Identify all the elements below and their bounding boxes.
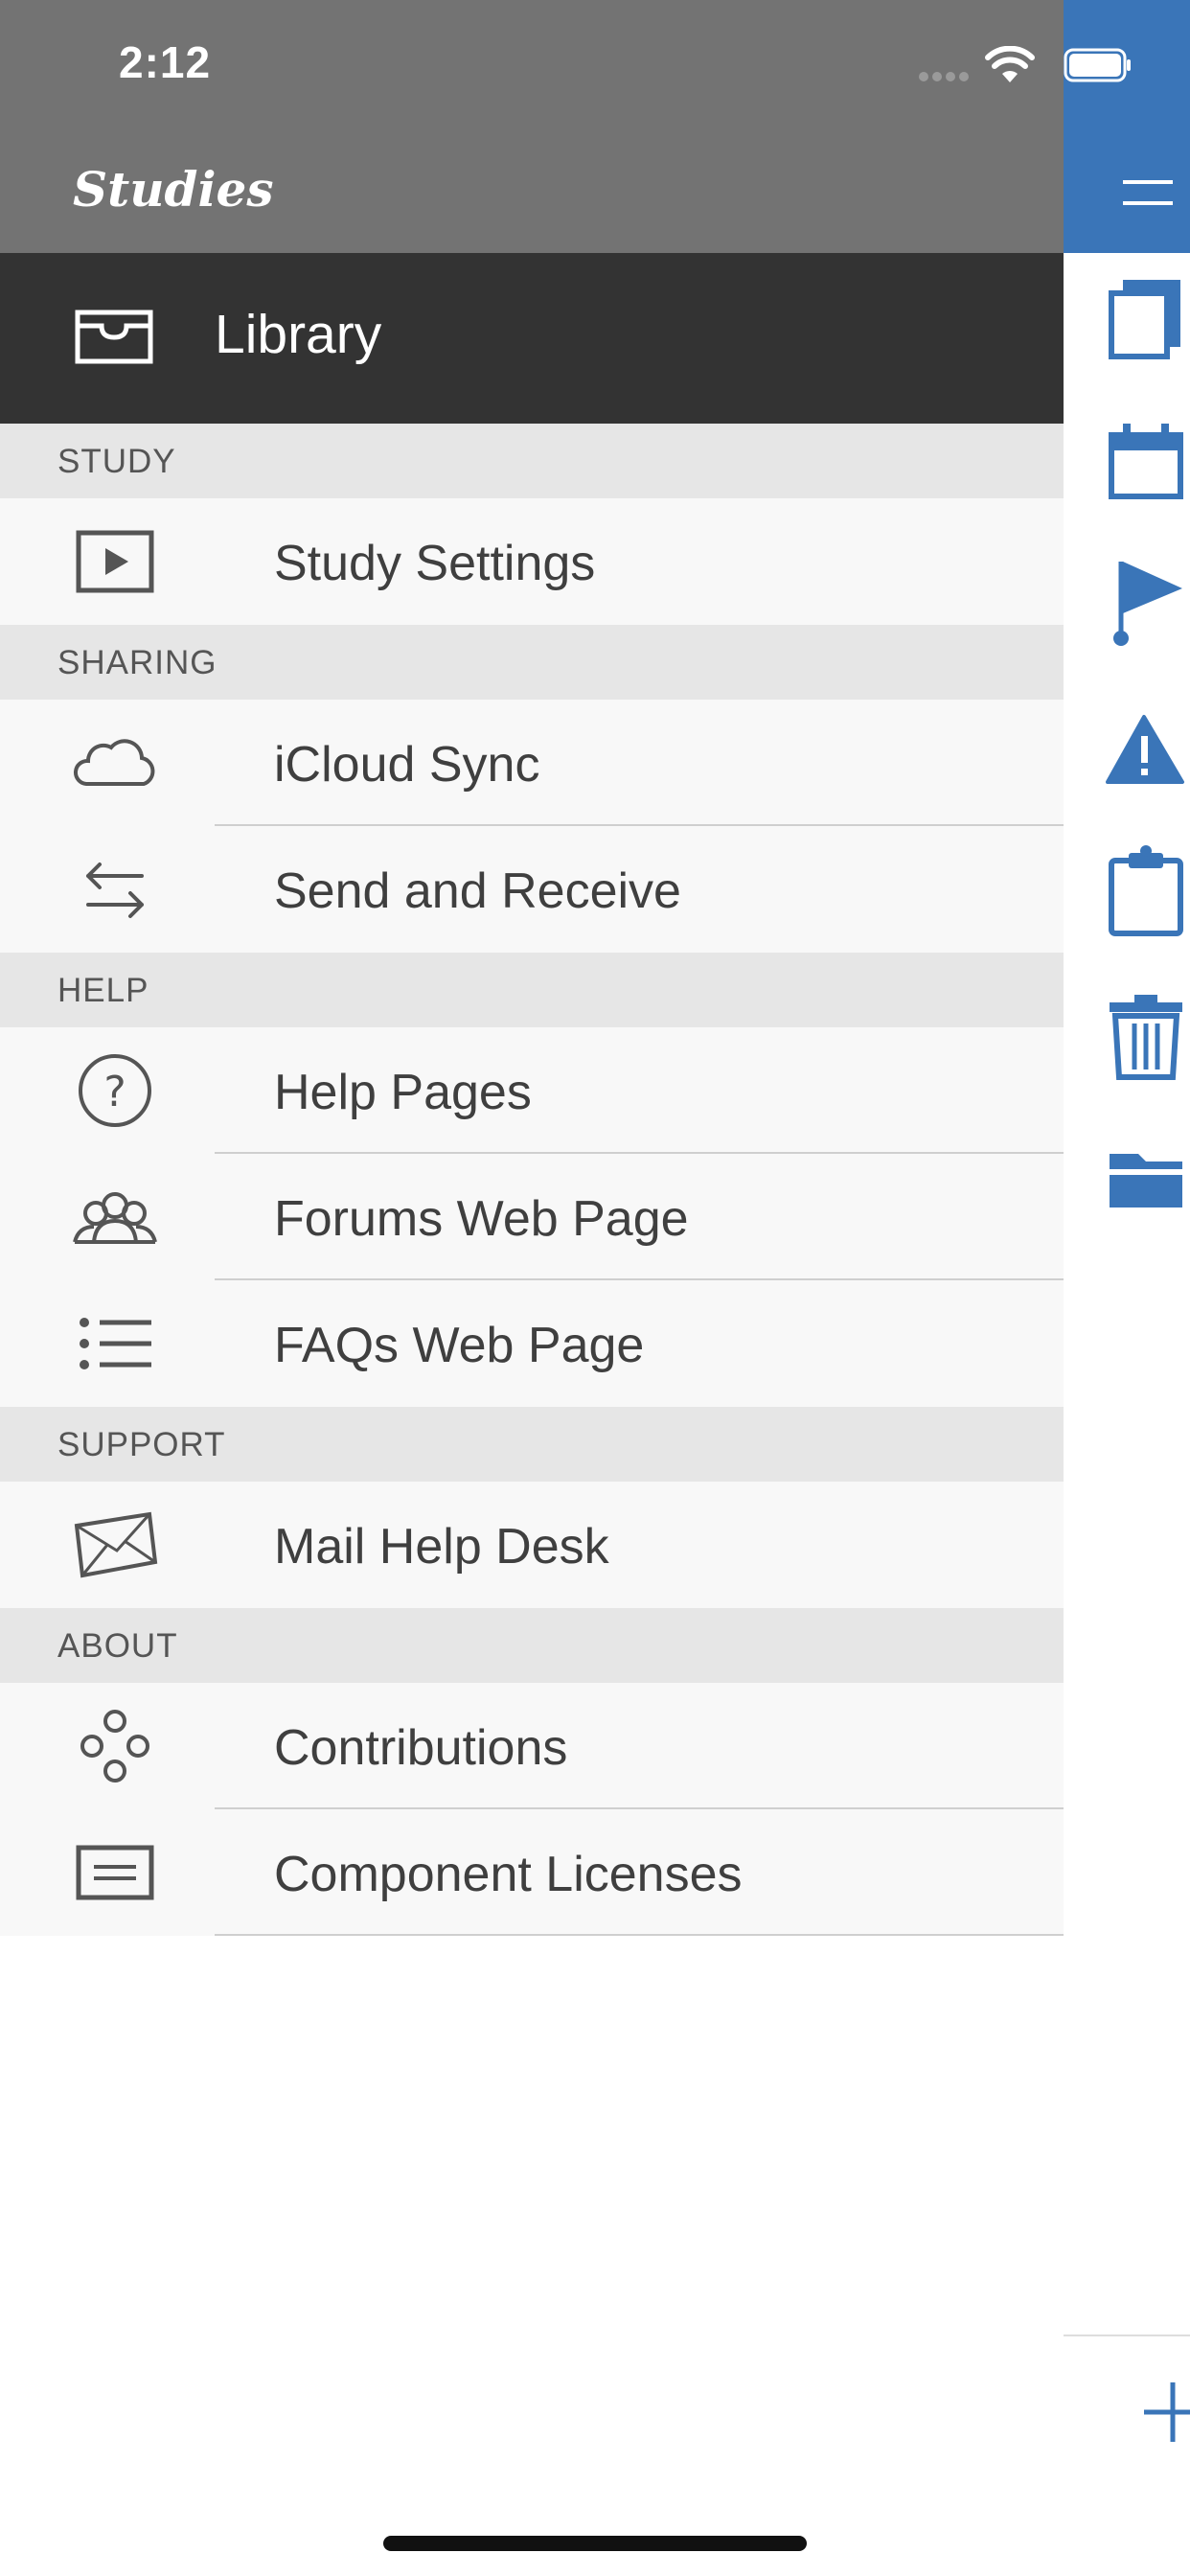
section-title: SHARING [57,644,217,681]
envelope-icon [74,1511,158,1578]
section-title: HELP [57,972,149,1009]
library-label: Library [215,304,382,365]
section-header-about: ABOUT [0,1608,1064,1683]
cards-icon[interactable] [1106,276,1190,362]
flag-icon[interactable] [1106,556,1190,648]
menu-item-label: Help Pages [274,1065,532,1120]
cellular-signal-icon [919,72,969,81]
main-content-panel [1064,0,1190,2576]
inbox-tray-icon [75,310,153,364]
menu-item-contributions[interactable]: Contributions [0,1683,1064,1809]
wifi-icon [985,46,1035,82]
section-header-study: STUDY [0,424,1064,498]
menu-icon[interactable] [1123,178,1173,207]
add-icon[interactable] [1144,2380,1190,2444]
section-title: STUDY [57,443,176,480]
section-title: SUPPORT [57,1426,226,1463]
people-group-icon [73,1192,157,1244]
menu-item-faqs[interactable]: FAQs Web Page [0,1280,1064,1407]
menu-item-label: Forums Web Page [274,1191,689,1247]
cloud-icon [74,739,155,786]
home-indicator [383,2536,807,2551]
section-header-support: SUPPORT [0,1407,1064,1482]
menu-item-forums[interactable]: Forums Web Page [0,1154,1064,1280]
section-title: ABOUT [57,1627,178,1665]
list-icon [80,1318,151,1369]
menu-item-study-settings[interactable]: Study Settings [0,498,1064,625]
menu-item-label: iCloud Sync [274,737,540,793]
app-title: Studies [73,161,274,218]
menu-item-label: Study Settings [274,536,596,591]
clipboard-icon[interactable] [1106,843,1190,939]
row-divider [215,1934,1064,1936]
menu-item-icloud-sync[interactable]: iCloud Sync [0,700,1064,826]
section-header-help: HELP [0,953,1064,1027]
swap-arrows-icon [86,862,144,918]
calendar-icon[interactable] [1106,422,1190,502]
trash-icon[interactable] [1106,993,1190,1081]
menu-item-label: FAQs Web Page [274,1318,645,1373]
section-header-sharing: SHARING [0,625,1064,700]
panel-divider [1064,2334,1190,2336]
menu-item-label: Contributions [274,1720,568,1776]
menu-item-send-receive[interactable]: Send and Receive [0,826,1064,953]
drawer-header: 2:12 Studies [0,0,1064,253]
main-header [1064,0,1190,253]
circles-icon [80,1710,149,1782]
battery-icon [1064,48,1131,82]
side-drawer: 2:12 Studies Library STUDY Study Setting… [0,0,1064,2576]
svg-text:?: ? [103,1068,126,1116]
play-box-icon [76,530,154,593]
menu-item-help-pages[interactable]: ? Help Pages [0,1027,1064,1154]
library-item[interactable]: Library [0,253,1064,424]
question-circle-icon: ? [79,1054,151,1127]
menu-item-component-licenses[interactable]: Component Licenses [0,1809,1064,1936]
menu-item-label: Component Licenses [274,1847,743,1902]
folder-icon[interactable] [1106,1150,1190,1211]
menu-item-label: Mail Help Desk [274,1519,609,1575]
menu-item-mail-help-desk[interactable]: Mail Help Desk [0,1482,1064,1608]
menu-item-label: Send and Receive [274,863,681,919]
warning-icon[interactable] [1106,713,1190,786]
status-time: 2:12 [119,37,212,87]
document-lines-icon [76,1845,154,1900]
